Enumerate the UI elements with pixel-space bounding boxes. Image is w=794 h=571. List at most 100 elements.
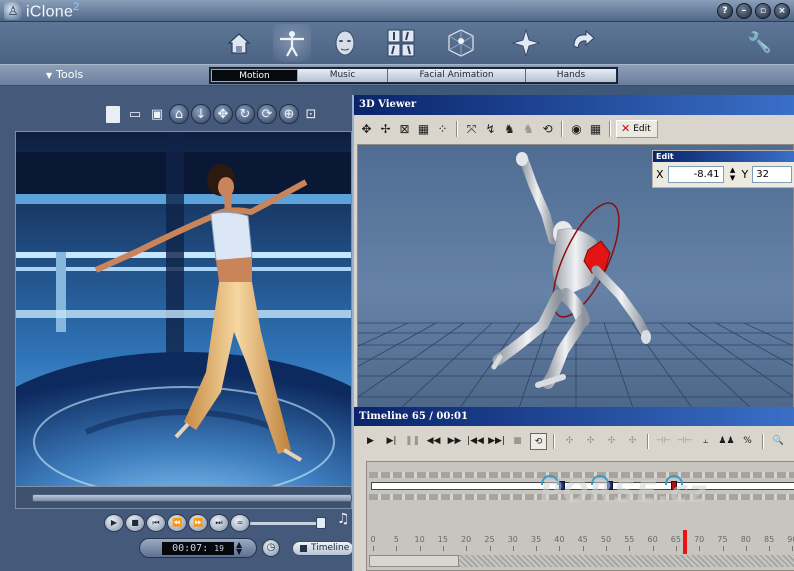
move-tool-icon[interactable]: ✥ <box>358 121 375 138</box>
tl-play-icon[interactable]: ▶ <box>362 433 379 450</box>
link-tool-icon[interactable]: ⁘ <box>434 121 451 138</box>
3d-viewer-title: 3D Viewer <box>354 95 794 115</box>
tl-play-range-icon[interactable]: ▶| <box>383 433 400 450</box>
tab-hands[interactable]: Hands <box>526 69 616 82</box>
timeline-scroll-thumb[interactable] <box>369 555 459 567</box>
zoom-icon[interactable]: ⊕ <box>279 104 299 124</box>
bone-move-icon[interactable]: ⤧ <box>463 121 480 138</box>
ruler-tick <box>652 546 654 551</box>
tl-key-add-icon[interactable]: ✣ <box>561 433 578 450</box>
triangle-down-icon: ▼ <box>46 71 53 80</box>
tl-pause-icon[interactable]: ❚❚ <box>404 433 421 450</box>
ruler-tick <box>489 546 491 551</box>
actor-icon[interactable] <box>273 24 311 62</box>
timeline-cursor[interactable] <box>683 530 687 554</box>
minimize-button[interactable]: – <box>736 3 752 19</box>
ruler-label: 0 <box>370 535 376 544</box>
tl-key-delete-icon[interactable]: ✣ <box>624 433 641 450</box>
rotate-icon[interactable]: ↻ <box>235 104 255 124</box>
loop-icon[interactable]: ∞ <box>230 514 250 532</box>
tab-facial-animation[interactable]: Facial Animation <box>388 69 526 82</box>
tl-key-copy-icon[interactable]: ✣ <box>582 433 599 450</box>
timecode-display[interactable]: 00:07: 19 ▲ ▼ <box>139 538 257 558</box>
tab-music[interactable]: Music <box>298 69 388 82</box>
tl-transition-icon[interactable]: ⊣⊢ <box>655 433 672 450</box>
tl-forward-icon[interactable]: ▶▶ <box>446 433 463 450</box>
tl-percent-icon[interactable]: % <box>739 433 756 450</box>
tl-align-icon[interactable]: ⫠ <box>697 433 714 450</box>
grid-icon[interactable]: ▦ <box>587 121 604 138</box>
reset-pose-icon[interactable]: ⟲ <box>539 121 556 138</box>
wrench-icon[interactable]: 🔧 <box>747 30 772 54</box>
preview-scroll-track[interactable] <box>32 494 352 502</box>
open-folder-icon[interactable]: ▭ <box>125 104 145 124</box>
tools-dropdown[interactable]: ▼ Tools <box>46 68 83 81</box>
x-spinner-icon[interactable]: ▲ ▼ <box>728 166 738 183</box>
render-preview[interactable] <box>15 131 352 506</box>
ruler-label: 20 <box>461 535 472 544</box>
y-value-field[interactable]: 32 <box>752 166 793 183</box>
ruler-tick <box>675 546 677 551</box>
cube-icon[interactable] <box>442 24 480 62</box>
close-button[interactable]: × <box>774 3 790 19</box>
timecode-spinner-icon[interactable]: ▲ ▼ <box>236 541 242 556</box>
timeline-toggle-button[interactable]: Timeline <box>292 541 354 556</box>
forward-icon[interactable]: ⏩ <box>188 514 208 532</box>
restore-button[interactable]: ▫ <box>755 3 771 19</box>
ruler-label: 40 <box>554 535 565 544</box>
sound-icon[interactable]: ♫ <box>337 511 350 527</box>
tl-rewind-icon[interactable]: ◀◀ <box>425 433 442 450</box>
home-icon[interactable]: ⌂ <box>169 104 189 124</box>
tl-last-icon[interactable]: ▶▶| <box>488 433 505 450</box>
dancer-scene-image <box>16 132 351 505</box>
stop-icon[interactable]: ■ <box>125 514 145 532</box>
tab-motion[interactable]: Motion <box>211 69 298 82</box>
edit-button[interactable]: ✕ Edit <box>616 120 658 138</box>
down-arrow-icon[interactable]: ↓ <box>191 104 211 124</box>
help-button[interactable]: ? <box>717 3 733 19</box>
new-file-icon[interactable] <box>106 105 120 123</box>
export-icon[interactable] <box>565 24 603 62</box>
rewind-icon[interactable]: ⏪ <box>167 514 187 532</box>
clock-icon[interactable]: ◷ <box>262 539 280 557</box>
fit-icon[interactable]: ⊡ <box>301 104 321 124</box>
house-icon[interactable] <box>220 24 258 62</box>
eye-icon[interactable]: ◉ <box>568 121 585 138</box>
timeline-scrollbar[interactable] <box>369 555 794 567</box>
figure-dim-icon[interactable]: ♞ <box>520 121 537 138</box>
tl-key-paste-icon[interactable]: ✣ <box>603 433 620 450</box>
rotate-tool-icon[interactable]: ✢ <box>377 121 394 138</box>
orbit-icon[interactable]: ⟳ <box>257 104 277 124</box>
speed-slider[interactable] <box>250 517 328 529</box>
motion-icon[interactable] <box>382 24 420 62</box>
tl-first-icon[interactable]: |◀◀ <box>467 433 484 450</box>
ruler-tick <box>606 546 607 551</box>
face-icon[interactable] <box>326 24 364 62</box>
next-icon[interactable]: ⏭ <box>209 514 229 532</box>
tl-blend-icon[interactable]: ⊣⊢ <box>676 433 693 450</box>
prev-icon[interactable]: ⏮ <box>146 514 166 532</box>
edit-panel-row: X -8.41 ▲ ▼ Y 32 <box>656 166 793 183</box>
tl-actors-icon[interactable]: ♟♟ <box>718 433 735 450</box>
ruler-tick <box>442 546 444 551</box>
figure-pose-icon[interactable]: ♞ <box>501 121 518 138</box>
ruler-label: 80 <box>740 535 751 544</box>
scale-tool-icon[interactable]: ⊠ <box>396 121 413 138</box>
tl-zoom-in-icon[interactable]: 🔍 <box>770 433 787 450</box>
particle-icon[interactable] <box>507 24 545 62</box>
camera-tool-icon[interactable]: ▦ <box>415 121 432 138</box>
preview-scrollbar[interactable] <box>15 486 352 509</box>
timeline-toolbar: ▶ ▶| ❚❚ ◀◀ ▶▶ |◀◀ ▶▶| ■ ⟲ ✣ ✣ ✣ ✣ ⊣⊢ ⊣⊢ … <box>362 432 794 450</box>
move-icon[interactable]: ✥ <box>213 104 233 124</box>
tl-stop-icon[interactable]: ■ <box>509 433 526 450</box>
ruler-label: 35 <box>531 535 542 544</box>
bone-rotate-icon[interactable]: ↯ <box>482 121 499 138</box>
play-icon[interactable]: ▶ <box>104 514 124 532</box>
speed-slider-knob[interactable] <box>316 517 326 529</box>
tl-loop-icon[interactable]: ⟲ <box>530 432 547 450</box>
ruler-label: 90 <box>787 535 794 544</box>
save-icon[interactable]: ▣ <box>147 104 167 124</box>
timeline-ruler[interactable]: 0 5 10 15 20 25 30 35 40 45 50 55 60 65 70 75 80 85 90 <box>369 535 794 551</box>
x-value-field[interactable]: -8.41 <box>667 166 724 183</box>
ruler-tick <box>536 546 538 551</box>
